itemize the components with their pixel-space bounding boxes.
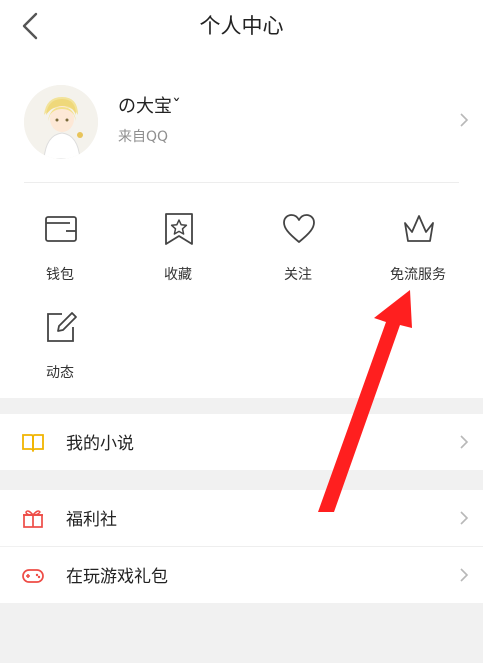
gift-icon — [23, 510, 43, 528]
username: の大宝ˇ — [118, 96, 181, 117]
my-novels-label: 我的小说 — [66, 434, 134, 454]
welfare-label: 福利社 — [66, 510, 117, 530]
welfare-row[interactable]: 福利社 — [0, 490, 483, 546]
chevron-right-icon — [460, 511, 469, 525]
page-title: 个人中心 — [199, 14, 284, 38]
favorites-label: 收藏 — [164, 267, 192, 283]
follow-label: 关注 — [284, 267, 312, 283]
gamepad-icon — [22, 569, 44, 583]
chevron-right-icon — [460, 568, 469, 582]
profile-card: の大宝ˇ 来自QQ 钱包 收藏 关注 免流服务 动态 — [0, 52, 483, 398]
edit-icon — [47, 312, 77, 342]
free-data-service-button[interactable]: 免流服务 — [358, 212, 478, 292]
account-source: 来自QQ — [118, 129, 169, 145]
chevron-right-icon[interactable] — [458, 112, 470, 128]
wallet-button[interactable]: 钱包 — [0, 212, 120, 292]
crown-icon — [404, 215, 434, 242]
game-gift-row[interactable]: 在玩游戏礼包 — [0, 547, 483, 603]
moments-label: 动态 — [46, 365, 74, 381]
free-data-service-label: 免流服务 — [390, 267, 446, 283]
moments-button[interactable]: 动态 — [0, 310, 120, 390]
my-novels-row[interactable]: 我的小说 — [0, 414, 483, 470]
divider — [24, 182, 459, 183]
avatar[interactable] — [24, 85, 98, 159]
game-gift-label: 在玩游戏礼包 — [66, 567, 168, 587]
favorites-button[interactable]: 收藏 — [118, 212, 238, 292]
book-icon — [22, 434, 44, 453]
top-bar: 个人中心 — [0, 0, 483, 52]
bookmark-star-icon — [165, 213, 193, 245]
chevron-right-icon — [460, 435, 469, 449]
heart-icon — [283, 214, 315, 243]
wallet-icon — [45, 216, 77, 242]
wallet-label: 钱包 — [46, 267, 74, 283]
follow-button[interactable]: 关注 — [238, 212, 358, 292]
